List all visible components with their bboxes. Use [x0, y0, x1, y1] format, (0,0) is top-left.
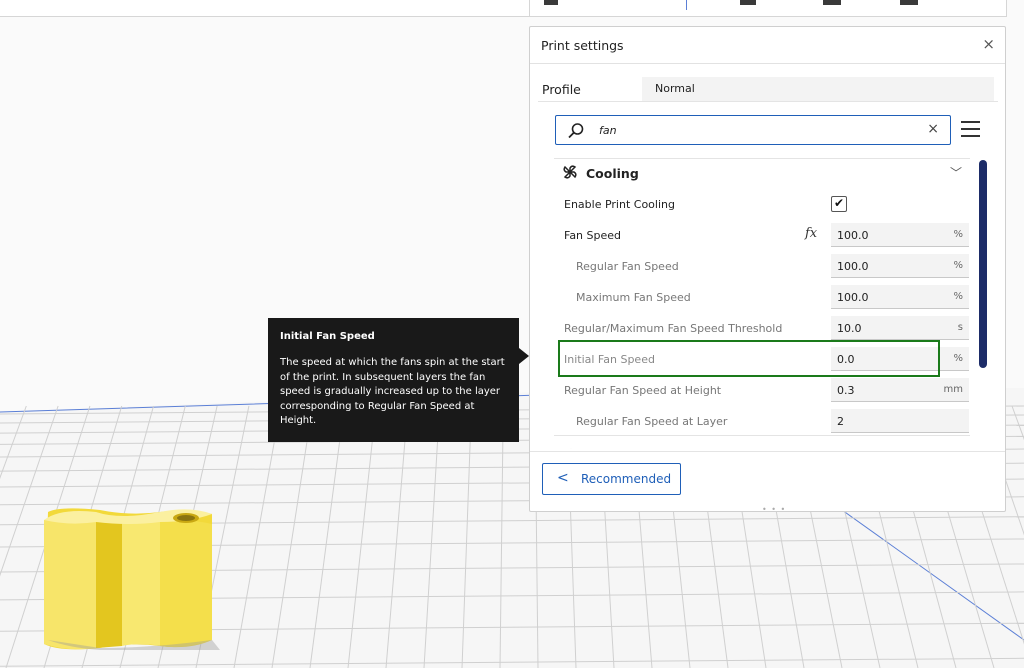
recommended-button[interactable]: < Recommended	[542, 463, 681, 495]
tooltip-arrow	[519, 348, 529, 364]
search-icon	[568, 123, 584, 139]
tooltip: Initial Fan Speed The speed at which the…	[268, 318, 529, 442]
highlight-box	[558, 340, 940, 377]
profile-selector[interactable]: Normal	[642, 77, 994, 101]
panel-title: Print settings	[541, 38, 624, 53]
support-icon	[570, 448, 572, 449]
setting-label: Regular Fan Speed at Height	[564, 384, 722, 397]
regular-fan-speed-input[interactable]: 100.0 %	[831, 254, 969, 278]
category-title: Cooling	[586, 166, 639, 181]
tooltip-body: The speed at which the fans spin at the …	[280, 357, 505, 427]
input-value: 0.3	[837, 384, 855, 397]
toolbar-icon[interactable]	[740, 0, 756, 5]
enable-print-cooling-checkbox[interactable]: ✔	[831, 196, 847, 212]
tooltip-title: Initial Fan Speed	[280, 331, 375, 342]
maximum-fan-speed-input[interactable]: 100.0 %	[831, 285, 969, 309]
input-value: 100.0	[837, 229, 869, 242]
top-toolbar	[0, 0, 530, 17]
check-icon: ✔	[834, 196, 845, 210]
fan-icon	[563, 165, 577, 179]
setting-label: Regular Fan Speed	[576, 260, 679, 273]
input-value: 2	[837, 415, 844, 428]
toolbar-icon[interactable]	[823, 0, 841, 5]
setting-label: Maximum Fan Speed	[576, 291, 691, 304]
toolbar-icon[interactable]	[544, 0, 558, 5]
input-unit: %	[953, 291, 963, 302]
close-icon[interactable]: ×	[982, 35, 995, 53]
input-unit: s	[957, 322, 963, 333]
chevron-left-icon: <	[557, 470, 569, 486]
function-icon[interactable]: fx	[805, 226, 817, 241]
category-header-cooling[interactable]: Cooling ﹀	[554, 159, 970, 187]
input-value: 100.0	[837, 291, 869, 304]
clear-search-icon[interactable]: ×	[927, 121, 939, 137]
next-category-header[interactable]	[562, 441, 972, 449]
recommended-label: Recommended	[581, 472, 672, 486]
scrollbar[interactable]	[979, 160, 987, 368]
input-value: 100.0	[837, 260, 869, 273]
divider	[530, 63, 1005, 64]
input-unit: %	[953, 229, 963, 240]
resize-handle[interactable]: • • •	[762, 505, 786, 514]
setting-label: Enable Print Cooling	[564, 198, 675, 211]
chevron-down-icon[interactable]: ﹀	[950, 164, 962, 181]
settings-visibility-menu-icon[interactable]	[961, 121, 980, 139]
divider	[530, 451, 1005, 452]
fan-speed-threshold-input[interactable]: 10.0 s	[831, 316, 969, 340]
setting-label: Regular/Maximum Fan Speed Threshold	[564, 322, 783, 335]
search-input-text[interactable]: fan	[599, 124, 617, 137]
input-unit: mm	[943, 384, 963, 395]
top-right-toolbar	[529, 0, 1007, 17]
divider	[554, 435, 970, 436]
setting-label: Fan Speed	[564, 229, 622, 242]
input-unit: %	[953, 260, 963, 271]
fan-speed-at-height-input[interactable]: 0.3 mm	[831, 378, 969, 402]
toolbar-divider	[686, 0, 687, 10]
setting-label: Regular Fan Speed at Layer	[576, 415, 728, 428]
profile-label: Profile	[542, 82, 581, 97]
print-settings-panel: Print settings × Profile Normal fan × Co…	[529, 26, 1006, 514]
fan-speed-input[interactable]: 100.0 %	[831, 223, 969, 247]
fan-speed-at-layer-input[interactable]: 2	[831, 409, 969, 433]
input-value: 10.0	[837, 322, 862, 335]
input-unit: %	[953, 353, 963, 364]
settings-search-field[interactable]: fan ×	[555, 115, 951, 145]
toolbar-icon[interactable]	[900, 0, 918, 5]
